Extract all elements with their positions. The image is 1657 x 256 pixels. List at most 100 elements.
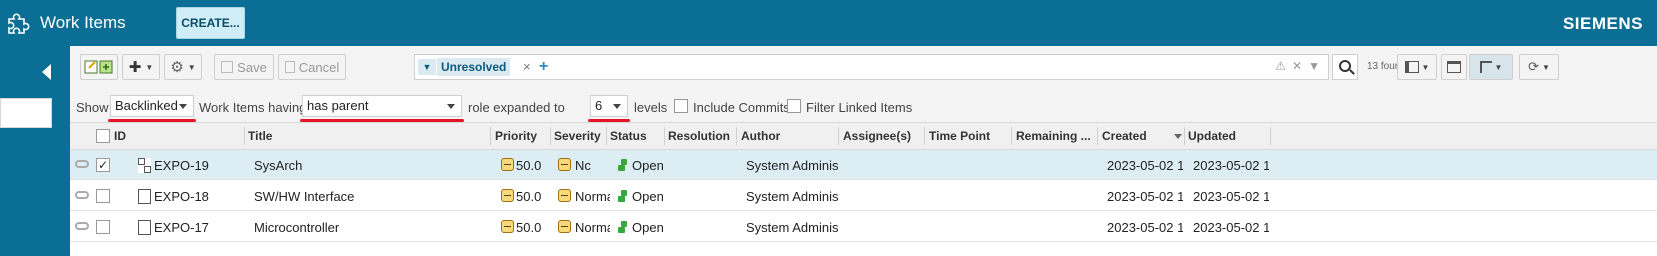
include-commits-checkbox[interactable] (674, 99, 688, 113)
settings-menu-button[interactable]: ⚙ ▼ (164, 54, 202, 80)
add-filter-icon[interactable]: + (539, 57, 548, 77)
chevron-down-icon[interactable]: ▼ (1308, 59, 1320, 73)
cancel-button[interactable]: Cancel (278, 54, 346, 80)
row-id[interactable]: EXPO-17 (154, 220, 209, 235)
sort-descending-icon[interactable] (1174, 134, 1182, 139)
severity-icon (558, 189, 571, 202)
tree-view-icon (1479, 61, 1492, 73)
search-button[interactable] (1332, 54, 1358, 80)
layout-menu-button[interactable]: ▼ (1397, 54, 1437, 80)
link-icon (75, 160, 89, 168)
row-checkbox[interactable] (96, 220, 110, 234)
row-created: 2023-05-02 1: (1107, 158, 1183, 173)
having-label: Work Items having (199, 100, 307, 115)
levels-label: levels (634, 100, 668, 115)
create-button[interactable]: CREATE... (176, 7, 245, 39)
column-separator[interactable] (1097, 127, 1098, 145)
mass-edit-button[interactable] (80, 54, 118, 80)
row-updated: 2023-05-02 1: (1193, 220, 1269, 235)
table-view-icon (1447, 61, 1461, 73)
column-separator[interactable] (924, 127, 925, 145)
edit-icons-icon (84, 60, 113, 74)
column-separator[interactable] (1270, 127, 1271, 145)
refresh-button[interactable]: ⟳ ▼ (1519, 54, 1559, 80)
row-title[interactable]: SW/HW Interface (254, 189, 354, 204)
plus-icon: ✚ (128, 59, 142, 76)
row-created: 2023-05-02 1: (1107, 189, 1183, 204)
row-priority: 50.0 (516, 189, 542, 204)
column-separator[interactable] (838, 127, 839, 145)
table-row[interactable]: EXPO-18 SW/HW Interface 50.0 Norma Open … (70, 181, 1657, 211)
row-updated: 2023-05-02 1: (1193, 189, 1269, 204)
show-select[interactable]: Backlinked (110, 95, 194, 117)
filter-linked-label: Filter Linked Items (806, 100, 913, 115)
query-search-box[interactable]: ▼ Unresolved × + ⚠ ✕ ▼ (414, 54, 1329, 80)
priority-icon (501, 158, 514, 171)
close-icon[interactable]: × (523, 58, 531, 76)
chevron-down-icon: ▼ (145, 62, 154, 72)
column-header-title[interactable]: Title (248, 129, 272, 143)
column-separator[interactable] (1011, 127, 1012, 145)
main-panel: ✚ ▼ ⚙ ▼ Save Cancel ▼ Unresolved × + ⚠ ✕… (70, 46, 1657, 256)
row-id[interactable]: EXPO-19 (154, 158, 209, 173)
table-row[interactable]: EXPO-17 Microcontroller 50.0 Norma Open … (70, 212, 1657, 242)
search-icon-handle (1349, 69, 1355, 75)
column-header-assignees[interactable]: Assignee(s) (843, 129, 911, 143)
collapse-sidebar-icon[interactable] (42, 64, 51, 80)
column-header-id[interactable]: ID (114, 129, 126, 143)
column-header-created[interactable]: Created (1102, 129, 1147, 143)
table-view-button[interactable] (1441, 54, 1467, 80)
severity-icon (558, 158, 571, 171)
column-separator[interactable] (550, 127, 551, 145)
column-header-author[interactable]: Author (741, 129, 780, 143)
chevron-down-icon: ▼ (1421, 62, 1430, 72)
status-open-icon (618, 190, 629, 202)
row-title[interactable]: SysArch (254, 158, 302, 173)
status-open-icon (618, 221, 629, 233)
save-button[interactable]: Save (214, 54, 274, 80)
show-label: Show (76, 100, 109, 115)
row-id[interactable]: EXPO-18 (154, 189, 209, 204)
column-separator[interactable] (736, 127, 737, 145)
tree-view-button[interactable]: ▼ (1469, 54, 1513, 80)
work-items-table: ID Title Priority Severity Status Resolu… (70, 122, 1657, 256)
row-author: System Administı (746, 220, 838, 235)
clear-icon[interactable]: ✕ (1292, 59, 1302, 73)
column-separator[interactable] (244, 127, 245, 145)
filter-chip-unresolved[interactable]: Unresolved (437, 58, 511, 76)
cancel-icon (284, 61, 295, 73)
column-header-priority[interactable]: Priority (495, 129, 537, 143)
filter-linked-checkbox[interactable] (787, 99, 801, 113)
show-select-value: Backlinked (115, 98, 178, 113)
sidebar-search-input[interactable] (0, 98, 52, 128)
levels-select[interactable]: 6 (590, 95, 628, 117)
column-header-updated[interactable]: Updated (1188, 129, 1236, 143)
document-icon (138, 220, 151, 235)
add-menu-button[interactable]: ✚ ▼ (122, 54, 160, 80)
column-header-severity[interactable]: Severity (554, 129, 601, 143)
chevron-down-icon (179, 104, 187, 109)
search-box-actions: ⚠ ✕ ▼ (1275, 59, 1320, 73)
column-separator[interactable] (664, 127, 665, 145)
column-separator[interactable] (490, 127, 491, 145)
table-header: ID Title Priority Severity Status Resolu… (70, 122, 1657, 150)
link-role-select[interactable]: has parent (302, 95, 462, 117)
column-separator[interactable] (606, 127, 607, 145)
row-checkbox[interactable] (96, 189, 110, 203)
chevron-down-icon (613, 104, 621, 109)
table-row[interactable]: ✓ EXPO-19 SysArch 50.0 Nc Open System Ad… (70, 150, 1657, 180)
row-severity: Norma (575, 220, 610, 235)
save-label: Save (237, 59, 267, 75)
select-all-checkbox[interactable] (96, 129, 110, 143)
column-header-remaining[interactable]: Remaining ... (1016, 129, 1091, 143)
row-checkbox[interactable]: ✓ (96, 158, 110, 172)
row-status: Open (632, 220, 664, 235)
app-title: Work Items (40, 13, 126, 32)
column-header-status[interactable]: Status (610, 129, 647, 143)
column-separator[interactable] (1184, 127, 1185, 145)
row-title[interactable]: Microcontroller (254, 220, 339, 235)
column-header-time-point[interactable]: Time Point (929, 129, 990, 143)
filter-dropdown-icon[interactable]: ▼ (418, 59, 436, 75)
row-author: System Administı (746, 189, 838, 204)
column-header-resolution[interactable]: Resolution (668, 129, 730, 143)
